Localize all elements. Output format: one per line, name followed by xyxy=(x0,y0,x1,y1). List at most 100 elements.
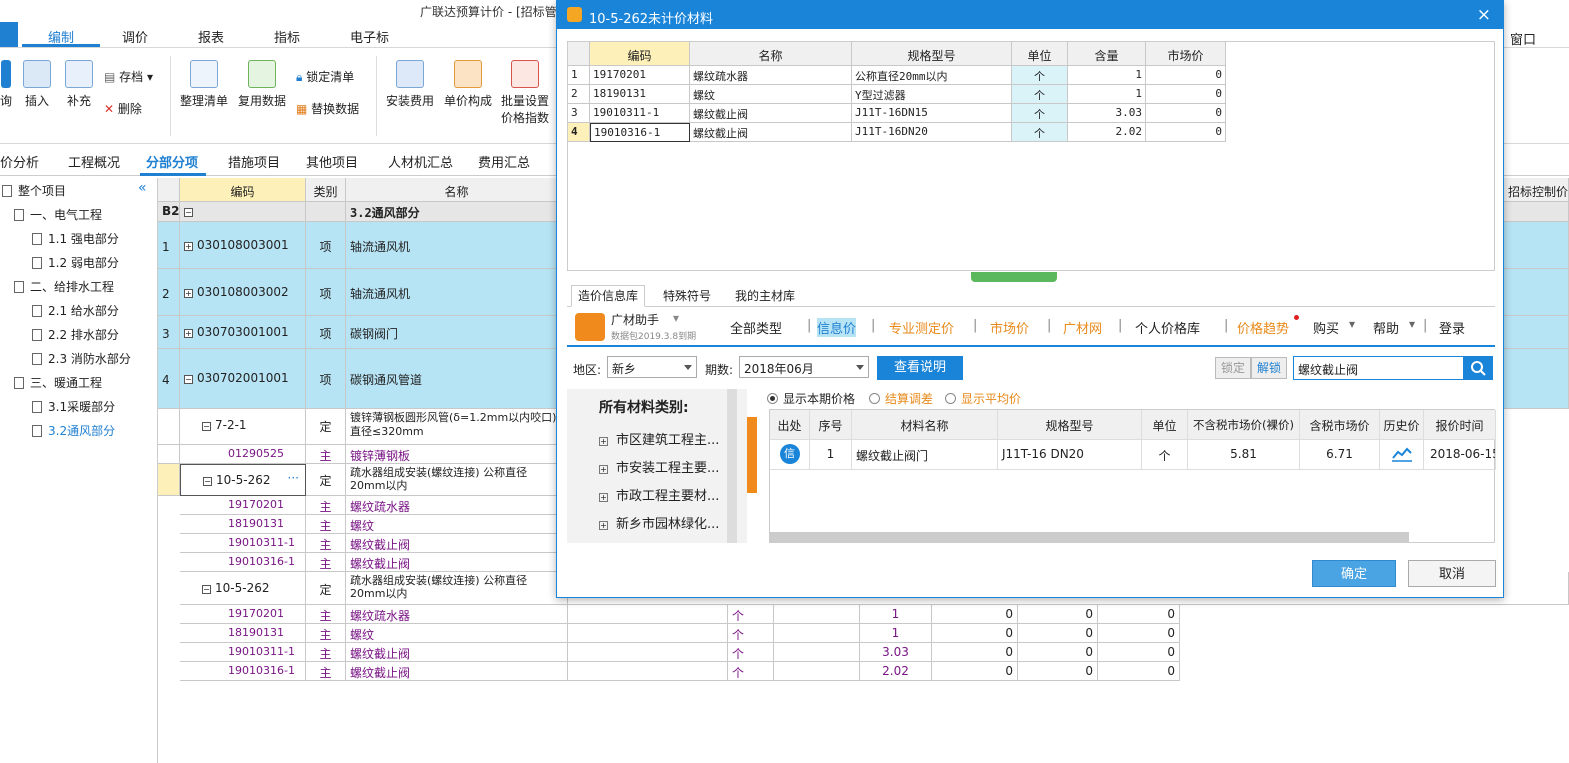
grid-cell-type[interactable] xyxy=(306,202,346,222)
table-header-code[interactable]: 编码 xyxy=(590,42,690,66)
delete-button[interactable]: ✕ 删除 xyxy=(104,100,142,117)
table-cell-unit[interactable]: 个 xyxy=(1142,440,1188,470)
period-select[interactable]: 2018年06月 xyxy=(739,356,869,378)
table-header-unit[interactable]: 单位 xyxy=(1142,410,1188,440)
grid-cell-name[interactable]: 螺纹疏水器 xyxy=(346,605,568,624)
grid-cell-type[interactable]: 主 xyxy=(306,662,346,681)
tree-item-ventilation[interactable]: 3.2通风部分 xyxy=(32,422,115,439)
tab-labor-material-summary[interactable]: 人材机汇总 xyxy=(388,152,453,171)
table-cell-unit[interactable]: 个 xyxy=(1012,66,1068,85)
category-item[interactable]: + 市政工程主要材... xyxy=(599,485,719,504)
grid-cell-qty[interactable]: 3.03 xyxy=(860,643,932,662)
panel-collapse-handle[interactable] xyxy=(747,417,757,493)
tab-measures[interactable]: 措施项目 xyxy=(228,152,280,171)
assistant-name[interactable]: 广材助手 xyxy=(611,311,659,328)
unit-price-button[interactable]: 单价构成 xyxy=(442,60,494,109)
table-header-history[interactable]: 历史价 xyxy=(1380,410,1424,440)
table-cell-spec[interactable]: 公称直径20mm以内 xyxy=(852,66,1012,85)
table-cell-code[interactable]: 19170201 xyxy=(590,66,690,85)
tab-fee-summary[interactable]: 费用汇总 xyxy=(478,152,530,171)
expand-icon[interactable]: + xyxy=(599,465,608,474)
tab-report[interactable]: 报表 xyxy=(198,27,224,46)
table-header-source[interactable]: 出处 xyxy=(770,410,810,440)
table-cell-spec[interactable]: J11T-16 DN20 xyxy=(998,440,1142,470)
grid-cell-value[interactable]: 0 xyxy=(1098,605,1180,624)
grid-cell-name[interactable]: 镀锌薄钢板 xyxy=(346,445,568,464)
grid-cell-type[interactable]: 主 xyxy=(306,643,346,662)
collapse-icon[interactable]: − xyxy=(202,422,211,431)
lookup-button[interactable]: 询 xyxy=(0,60,12,109)
category-item[interactable]: + 市安装工程主要... xyxy=(599,457,719,476)
trend-chart-icon[interactable] xyxy=(1391,444,1413,462)
grid-cell-name[interactable]: 螺纹截止阀 xyxy=(346,553,568,572)
grid-cell-unit[interactable]: 个 xyxy=(728,643,774,662)
grid-cell-type[interactable]: 主 xyxy=(306,515,346,534)
grid-cell-name[interactable]: 螺纹 xyxy=(346,515,568,534)
grid-cell-qty[interactable]: 2.02 xyxy=(860,662,932,681)
tab-cost-info-library[interactable]: 造价信息库 xyxy=(571,285,646,307)
grid-cell-type[interactable]: 定 xyxy=(306,409,346,445)
nav-all-types[interactable]: 全部类型 xyxy=(730,318,782,337)
grid-cell-qty[interactable]: 1 xyxy=(860,624,932,643)
expand-icon[interactable]: + xyxy=(599,437,608,446)
grid-cell-name[interactable]: 螺纹截止阀 xyxy=(346,662,568,681)
grid-cell-name[interactable]: 疏水器组成安装(螺纹连接) 公称直径 20mm以内 xyxy=(346,464,568,496)
grid-cell-spec[interactable] xyxy=(568,662,728,681)
grid-cell-unit[interactable]: 个 xyxy=(728,624,774,643)
table-cell-source[interactable]: 信 xyxy=(770,440,810,470)
batch-price-index-button[interactable]: 批量设置 价格指数 xyxy=(498,60,552,126)
grid-cell-code[interactable]: +030108003002 xyxy=(180,269,306,316)
grid-cell-qty[interactable]: 1 xyxy=(860,605,932,624)
expand-icon[interactable]: + xyxy=(184,289,193,298)
nav-market-price[interactable]: 市场价 xyxy=(990,318,1029,337)
grid-cell-value[interactable]: 0 xyxy=(932,662,1018,681)
table-cell-spec[interactable]: Y型过滤器 xyxy=(852,85,1012,104)
nav-gcw[interactable]: 广材网 xyxy=(1063,318,1102,337)
grid-header-bid-control[interactable]: 招标控制价 xyxy=(1504,178,1569,202)
nav-price-trend[interactable]: 价格趋势 xyxy=(1237,318,1289,337)
collapse-icon[interactable]: − xyxy=(184,375,193,384)
radio-settlement-adjust[interactable]: 结算调差 xyxy=(869,390,933,407)
panel-resize-handle[interactable] xyxy=(971,272,1057,282)
category-item[interactable]: + 新乡市园林绿化... xyxy=(599,513,719,532)
tree-item-fire-water[interactable]: 2.3 消防水部分 xyxy=(32,350,131,367)
grid-cell-code[interactable]: 19170201 xyxy=(180,496,306,515)
archive-button[interactable]: ▤ 存档 ▾ xyxy=(104,68,153,85)
table-cell-unit[interactable]: 个 xyxy=(1012,123,1068,142)
table-cell-history[interactable] xyxy=(1380,440,1424,470)
grid-cell-code[interactable]: 19010311-1 xyxy=(180,534,306,553)
grid-cell-value[interactable]: 0 xyxy=(1098,643,1180,662)
tree-item-weak-current[interactable]: 1.2 弱电部分 xyxy=(32,254,119,271)
grid-cell-type[interactable]: 项 xyxy=(306,316,346,349)
grid-cell-type[interactable]: 主 xyxy=(306,624,346,643)
table-header-no[interactable]: 序号 xyxy=(810,410,852,440)
tree-item-electrical[interactable]: 一、电气工程 xyxy=(14,206,102,223)
table-cell-qty[interactable]: 1 xyxy=(1068,85,1146,104)
region-select[interactable]: 新乡 xyxy=(607,356,697,378)
more-options-icon[interactable]: ··· xyxy=(288,471,299,485)
table-cell-no[interactable]: 1 xyxy=(810,440,852,470)
grid-cell-code[interactable]: 18190131 xyxy=(180,515,306,534)
grid-cell-code[interactable]: 19010311-1 xyxy=(180,643,306,662)
tab-price-analysis[interactable]: 价分析 xyxy=(0,152,39,171)
grid-cell-name[interactable]: 螺纹疏水器 xyxy=(346,496,568,515)
grid-cell-value[interactable]: 0 xyxy=(1098,662,1180,681)
collapse-icon[interactable]: − xyxy=(203,477,212,486)
grid-cell-code[interactable]: 01290525 xyxy=(180,445,306,464)
grid-cell-code[interactable]: 19010316-1 xyxy=(180,662,306,681)
supplement-button[interactable]: 补充 xyxy=(62,60,96,109)
unlock-button[interactable]: 解锁 xyxy=(1251,357,1287,379)
tree-item-heating[interactable]: 3.1采暖部分 xyxy=(32,398,115,415)
chevron-down-icon[interactable]: ▾ xyxy=(673,311,679,325)
grid-header-code[interactable]: 编码 xyxy=(180,178,306,202)
grid-cell-value[interactable]: 0 xyxy=(1018,605,1098,624)
tree-item-hvac[interactable]: 三、暖通工程 xyxy=(14,374,102,391)
grid-cell-blank[interactable] xyxy=(774,662,860,681)
grid-cell-value[interactable]: 0 xyxy=(1018,643,1098,662)
collapse-icon[interactable]: − xyxy=(184,208,193,217)
grid-cell-name[interactable]: 螺纹截止阀 xyxy=(346,643,568,662)
replace-data-button[interactable]: ▦ 替换数据 xyxy=(296,100,359,117)
grid-cell-code[interactable]: +030108003001 xyxy=(180,222,306,269)
grid-cell-type[interactable]: 定 xyxy=(306,572,346,605)
nav-help[interactable]: 帮助 xyxy=(1373,318,1399,337)
